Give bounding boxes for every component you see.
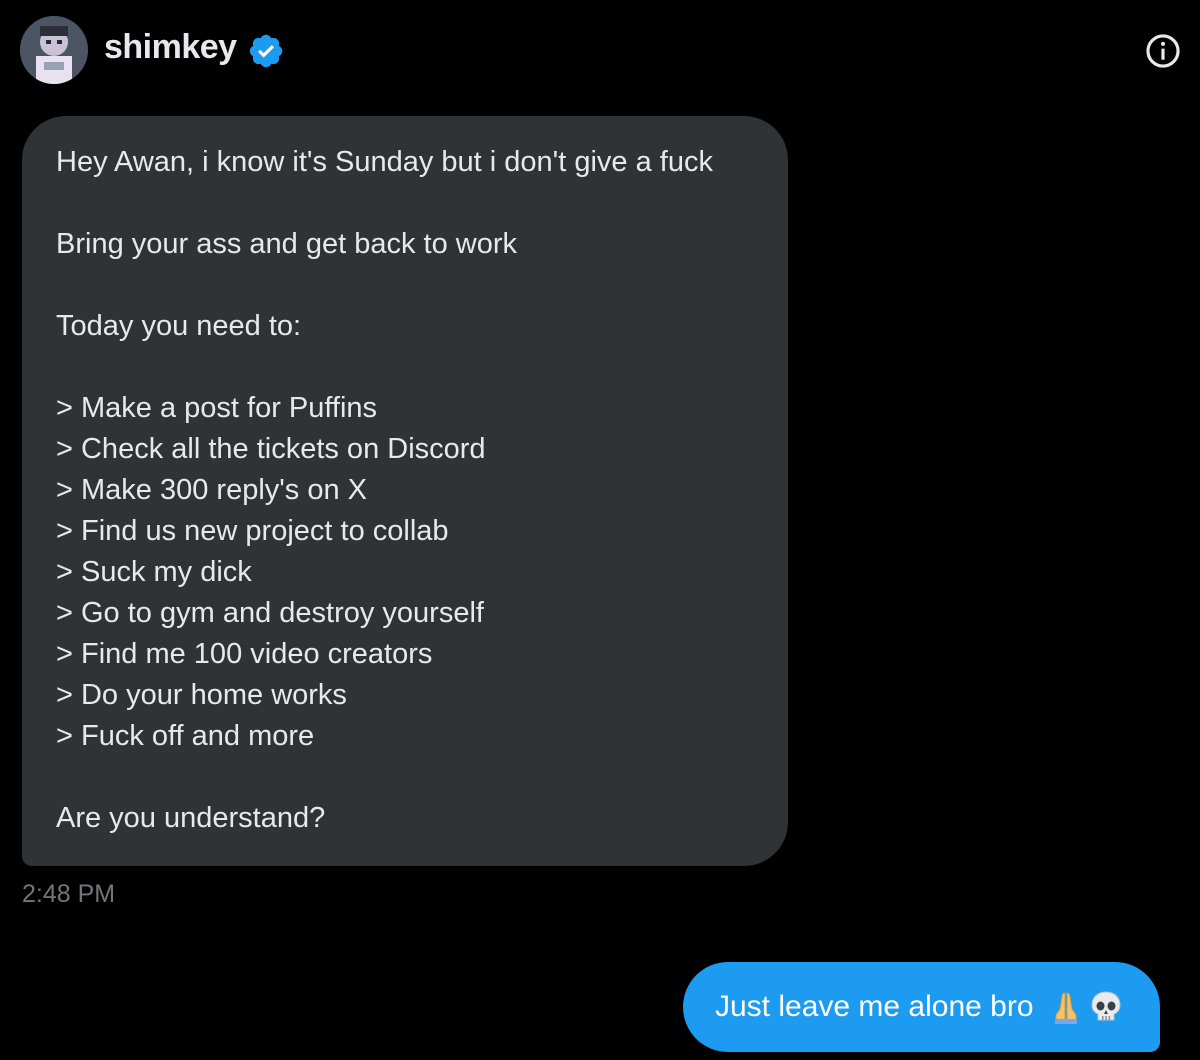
task-item: > Check all the tickets on Discord: [56, 433, 486, 465]
message-gap: [56, 183, 754, 224]
message-line: Are you understand?: [56, 802, 326, 834]
folded-hands-icon: [1054, 992, 1077, 1024]
task-item: > Go to gym and destroy yourself: [56, 597, 484, 629]
message-line: Bring your ass and get back to work: [56, 228, 518, 260]
message-line: Hey Awan, i know it's Sunday but i don't…: [56, 146, 713, 178]
task-item: > Suck my dick: [56, 556, 252, 588]
message-timestamp: 2:48 PM: [22, 880, 116, 908]
task-item: > Make 300 reply's on X: [56, 474, 368, 506]
verified-badge-icon: [249, 34, 283, 68]
contact-name[interactable]: shimkey: [104, 28, 237, 67]
task-item: > Find us new project to collab: [56, 515, 449, 547]
message-gap: [56, 757, 754, 798]
message-gap: [56, 265, 754, 306]
task-item: > Do your home works: [56, 679, 347, 711]
info-icon[interactable]: [1144, 32, 1182, 70]
conversation-header: shimkey: [0, 0, 1200, 104]
task-item: > Fuck off and more: [56, 720, 315, 752]
task-item: > Make a post for Puffins: [56, 392, 378, 424]
message-line: Today you need to:: [56, 310, 302, 342]
message-gap: [56, 347, 754, 388]
incoming-message-bubble[interactable]: Hey Awan, i know it's Sunday but i don't…: [22, 116, 788, 866]
avatar[interactable]: [20, 16, 88, 84]
task-item: > Find me 100 video creators: [56, 638, 433, 670]
outgoing-message-bubble[interactable]: Just leave me alone bro: [683, 962, 1160, 1052]
skull-icon: [1091, 991, 1121, 1021]
outgoing-message-text: Just leave me alone bro: [715, 990, 1034, 1023]
